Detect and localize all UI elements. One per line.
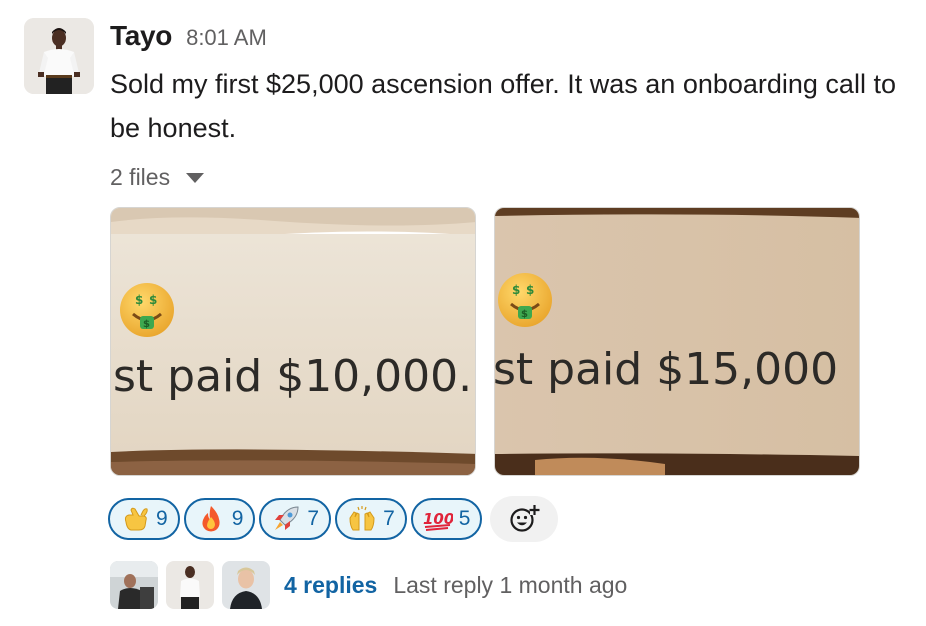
svg-text:$: $: [143, 319, 150, 330]
author-avatar[interactable]: [24, 18, 94, 94]
fire-icon: [202, 506, 220, 532]
files-count-label: 2 files: [110, 163, 171, 190]
raising-hands-icon: [349, 506, 375, 531]
reaction-fire[interactable]: 9: [183, 498, 256, 540]
thread-summary: 4 replies Last reply 1 month ago: [110, 560, 627, 610]
svg-text:$: $: [135, 293, 143, 307]
message-header: Tayo 8:01 AM: [110, 20, 267, 56]
reaction-count: 7: [383, 507, 395, 530]
caret-down-icon: [186, 173, 205, 183]
reaction-raising-hands[interactable]: 7: [335, 498, 407, 540]
rocket-icon: [275, 506, 299, 530]
add-reaction-button[interactable]: [490, 496, 559, 542]
reaction-call-me-hand[interactable]: 9: [108, 498, 180, 540]
reply-avatar-2[interactable]: [166, 561, 214, 609]
last-reply-text: Last reply 1 month ago: [393, 571, 628, 598]
reaction-count: 9: [231, 507, 244, 530]
attachment-1-text: st paid $10,000.: [113, 351, 472, 402]
svg-text:$: $: [512, 283, 520, 297]
file-attachment-2[interactable]: $ $ $ st paid $15,000: [494, 207, 860, 476]
add-reaction-icon: [510, 505, 540, 532]
svg-text:$: $: [149, 293, 157, 307]
reply-avatar-3[interactable]: [222, 561, 270, 609]
money-mouth-face-icon: $ $ $: [120, 283, 174, 337]
call-me-hand-icon: [124, 507, 148, 531]
reaction-count: 5: [458, 507, 471, 530]
attachment-2-text: st paid $15,000: [495, 344, 838, 395]
replies-link[interactable]: 4 replies: [284, 572, 377, 599]
money-mouth-face-icon: $ $ $: [498, 273, 552, 327]
hundred-points-icon: 100: [423, 510, 453, 531]
svg-text:$: $: [521, 309, 528, 320]
message-text: Sold my first $25,000 ascension offer. I…: [110, 69, 896, 143]
file-attachment-1[interactable]: $ $ $ st paid $10,000.: [110, 207, 476, 476]
reactions-bar: 9 9 7 7 100 5: [108, 496, 559, 542]
reply-avatar-1[interactable]: [110, 561, 158, 609]
reaction-count: 9: [156, 507, 168, 530]
reaction-rocket[interactable]: 7: [259, 498, 332, 540]
author-name[interactable]: Tayo: [110, 20, 172, 52]
svg-text:$: $: [526, 283, 534, 297]
message-timestamp[interactable]: 8:01 AM: [186, 25, 267, 51]
reaction-hundred-points[interactable]: 100 5: [410, 498, 483, 540]
reaction-count: 7: [307, 507, 320, 530]
files-toggle[interactable]: 2 files: [110, 160, 206, 194]
